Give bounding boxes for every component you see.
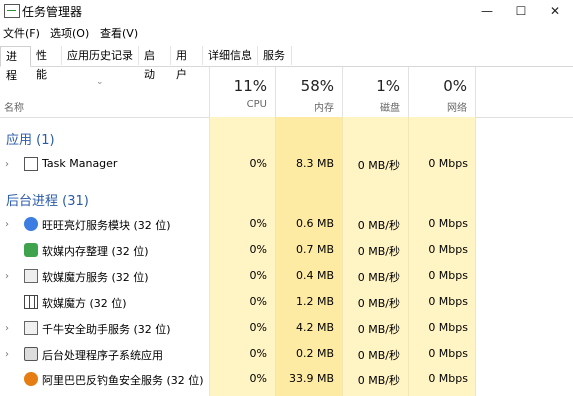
process-row[interactable]: › 软媒魔方服务 (32 位) 0% 0.4 MB 0 MB/秒 0 Mbps bbox=[0, 264, 573, 290]
section-background-title: 后台进程 (31) bbox=[6, 194, 89, 209]
memory-label: 内存 bbox=[314, 103, 334, 114]
process-row[interactable]: 软媒魔方 (32 位) 0% 1.2 MB 0 MB/秒 0 Mbps bbox=[0, 290, 573, 316]
process-row[interactable]: › Task Manager 0% 8.3 MB 0 MB/秒 0 Mbps bbox=[0, 152, 573, 178]
network-cell: 0 Mbps bbox=[428, 372, 468, 385]
process-row[interactable]: 阿里巴巴反钓鱼安全服务 (32 位) 0% 33.9 MB 0 MB/秒 0 Mbps bbox=[0, 367, 573, 393]
disk-cell: 0 MB/秒 bbox=[357, 219, 400, 232]
cpu-label: CPU bbox=[246, 99, 267, 110]
expand-chevron-icon[interactable]: › bbox=[5, 159, 9, 170]
close-button[interactable]: ✕ bbox=[538, 0, 572, 22]
network-cell: 0 Mbps bbox=[428, 157, 468, 170]
disk-cell: 0 MB/秒 bbox=[357, 374, 400, 387]
minimize-button[interactable]: — bbox=[470, 0, 504, 22]
printer-icon bbox=[24, 347, 38, 361]
network-percent: 0% bbox=[443, 77, 467, 95]
process-name: 软媒魔方服务 (32 位) bbox=[42, 271, 149, 284]
disk-cell: 0 MB/秒 bbox=[357, 271, 400, 284]
cube-service-icon bbox=[24, 269, 38, 283]
disk-cell: 0 MB/秒 bbox=[357, 297, 400, 310]
network-cell: 0 Mbps bbox=[428, 243, 468, 256]
memory-cell: 1.2 MB bbox=[295, 295, 334, 308]
network-cell: 0 Mbps bbox=[428, 269, 468, 282]
task-manager-icon bbox=[4, 4, 20, 18]
memory-cell: 33.9 MB bbox=[288, 372, 334, 385]
network-cell: 0 Mbps bbox=[428, 321, 468, 334]
wangwang-icon bbox=[24, 217, 38, 231]
tab-details[interactable]: 详细信息 bbox=[203, 46, 258, 65]
tab-services[interactable]: 服务 bbox=[258, 46, 292, 65]
disk-cell: 0 MB/秒 bbox=[357, 349, 400, 362]
ram-cleaner-icon bbox=[24, 243, 38, 257]
expand-chevron-icon[interactable]: › bbox=[5, 271, 9, 282]
cpu-percent: 11% bbox=[233, 77, 267, 95]
process-name: Task Manager bbox=[42, 157, 118, 170]
title-bar: 任务管理器 — ☐ ✕ bbox=[0, 0, 573, 22]
section-apps-title: 应用 (1) bbox=[6, 133, 55, 148]
memory-cell: 0.2 MB bbox=[295, 347, 334, 360]
sort-chevron-icon[interactable]: ⌄ bbox=[96, 77, 104, 87]
disk-cell: 0 MB/秒 bbox=[357, 245, 400, 258]
expand-chevron-icon[interactable]: › bbox=[5, 323, 9, 334]
network-cell: 0 Mbps bbox=[428, 347, 468, 360]
maximize-button[interactable]: ☐ bbox=[504, 0, 538, 22]
memory-cell: 0.6 MB bbox=[295, 217, 334, 230]
expand-chevron-icon[interactable]: › bbox=[5, 349, 9, 360]
cpu-cell: 0% bbox=[249, 217, 267, 230]
grid-icon bbox=[24, 295, 38, 309]
memory-cell: 4.2 MB bbox=[295, 321, 334, 334]
disk-label: 磁盘 bbox=[380, 103, 400, 114]
process-name: 千牛安全助手服务 (32 位) bbox=[42, 323, 171, 336]
tab-bar: 进程 性能 应用历史记录 启动 用户 详细信息 服务 bbox=[0, 46, 573, 82]
tab-performance[interactable]: 性能 bbox=[31, 46, 62, 81]
disk-percent: 1% bbox=[376, 77, 400, 95]
column-header: ⌄ 名称 11% CPU 58% 内存 1% 磁盘 0% 网络 bbox=[0, 67, 573, 118]
process-row[interactable]: 软媒内存整理 (32 位) 0% 0.7 MB 0 MB/秒 0 Mbps bbox=[0, 238, 573, 264]
process-row[interactable]: › 旺旺亮灯服务模块 (32 位) 0% 0.6 MB 0 MB/秒 0 Mbps bbox=[0, 212, 573, 238]
memory-cell: 8.3 MB bbox=[295, 157, 334, 170]
memory-percent: 58% bbox=[300, 77, 334, 95]
tab-app-history[interactable]: 应用历史记录 bbox=[62, 46, 139, 65]
process-row[interactable]: › 后台处理程序子系统应用 0% 0.2 MB 0 MB/秒 0 Mbps bbox=[0, 342, 573, 368]
service-window-icon bbox=[24, 321, 38, 335]
cpu-cell: 0% bbox=[249, 295, 267, 308]
shield-icon bbox=[24, 372, 38, 386]
column-network-header[interactable]: 0% 网络 bbox=[408, 67, 476, 117]
column-disk-header[interactable]: 1% 磁盘 bbox=[342, 67, 408, 117]
cpu-cell: 0% bbox=[249, 269, 267, 282]
cpu-cell: 0% bbox=[249, 372, 267, 385]
cpu-cell: 0% bbox=[249, 347, 267, 360]
disk-cell: 0 MB/秒 bbox=[357, 159, 400, 172]
menu-options[interactable]: 选项(O) bbox=[50, 25, 89, 41]
tab-users[interactable]: 用户 bbox=[171, 46, 203, 81]
task-manager-icon bbox=[24, 157, 38, 171]
cpu-cell: 0% bbox=[249, 243, 267, 256]
expand-chevron-icon[interactable]: › bbox=[5, 219, 9, 230]
tab-startup[interactable]: 启动 bbox=[139, 46, 171, 81]
menu-view[interactable]: 查看(V) bbox=[100, 25, 138, 41]
process-name: 旺旺亮灯服务模块 (32 位) bbox=[42, 219, 171, 232]
menu-file[interactable]: 文件(F) bbox=[3, 25, 40, 41]
process-name: 阿里巴巴反钓鱼安全服务 (32 位) bbox=[42, 374, 204, 387]
column-name-header[interactable]: 名称 bbox=[4, 99, 24, 114]
disk-cell: 0 MB/秒 bbox=[357, 323, 400, 336]
process-name: 后台处理程序子系统应用 bbox=[42, 349, 163, 362]
cpu-cell: 0% bbox=[249, 157, 267, 170]
network-cell: 0 Mbps bbox=[428, 217, 468, 230]
column-memory-header[interactable]: 58% 内存 bbox=[275, 67, 342, 117]
network-label: 网络 bbox=[447, 103, 467, 114]
process-name: 软媒魔方 (32 位) bbox=[42, 297, 127, 310]
process-name: 软媒内存整理 (32 位) bbox=[42, 245, 149, 258]
network-cell: 0 Mbps bbox=[428, 295, 468, 308]
window-title: 任务管理器 bbox=[22, 5, 83, 19]
column-cpu-header[interactable]: 11% CPU bbox=[209, 67, 275, 117]
process-row[interactable]: › 千牛安全助手服务 (32 位) 0% 4.2 MB 0 MB/秒 0 Mbps bbox=[0, 316, 573, 342]
memory-cell: 0.4 MB bbox=[295, 269, 334, 282]
tab-processes[interactable]: 进程 bbox=[0, 46, 31, 82]
cpu-cell: 0% bbox=[249, 321, 267, 334]
memory-cell: 0.7 MB bbox=[295, 243, 334, 256]
